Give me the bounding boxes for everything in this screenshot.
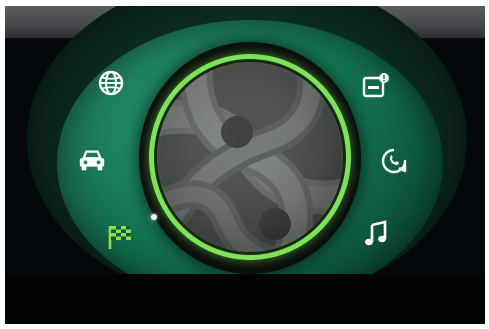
notification-icon[interactable]: [361, 71, 391, 101]
globe-icon[interactable]: [96, 68, 126, 98]
position-indicator-dot: [151, 214, 157, 220]
checkered-flag-icon[interactable]: [105, 222, 135, 252]
bottom-bezel: [5, 274, 485, 324]
car-icon[interactable]: [77, 146, 107, 176]
infotainment-screen: [5, 6, 485, 324]
hub-ring: [149, 54, 351, 260]
phone-icon[interactable]: [379, 146, 409, 176]
music-note-icon[interactable]: [361, 219, 391, 249]
